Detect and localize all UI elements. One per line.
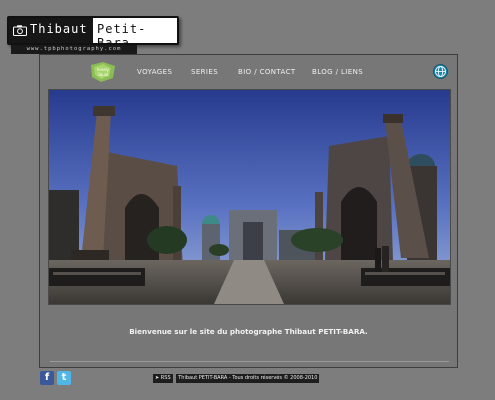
- camera-icon: [13, 25, 27, 36]
- copyright-text: Thibaut PETIT-BARA - Tous droits réservé…: [176, 374, 320, 383]
- main-frame: lonely liquid VOYAGES SERIES BIO / CONTA…: [39, 54, 458, 368]
- svg-text:liquid: liquid: [98, 72, 109, 77]
- logo-first-name: Thibaut: [30, 22, 88, 36]
- facebook-icon[interactable]: f: [40, 371, 54, 385]
- nav-bio-contact[interactable]: BIO / CONTACT: [238, 68, 296, 76]
- footer: ➤ RSS Thibaut PETIT-BARA - Tous droits r…: [153, 374, 345, 383]
- rss-link[interactable]: ➤ RSS: [153, 374, 173, 383]
- logo-url: www.tpbphotography.com: [11, 45, 137, 54]
- lonely-liquid-badge-icon[interactable]: lonely liquid: [89, 61, 117, 83]
- twitter-icon[interactable]: t: [57, 371, 71, 385]
- globe-icon[interactable]: [433, 64, 448, 79]
- nav-series[interactable]: SERIES: [191, 68, 218, 76]
- hero-photo: [48, 89, 451, 305]
- nav-voyages[interactable]: VOYAGES: [137, 68, 172, 76]
- rss-label: RSS: [160, 375, 171, 381]
- registan-photo-image: [49, 90, 450, 304]
- logo-box: Thibaut Petit-Bara: [7, 16, 179, 50]
- nav-blog-liens[interactable]: BLOG / LIENS: [312, 68, 363, 76]
- rss-icon: ➤: [155, 375, 160, 381]
- site-logo[interactable]: Thibaut Petit-Bara www.tpbphotography.co…: [7, 16, 179, 56]
- welcome-message: Bienvenue sur le site du photographe Thi…: [129, 327, 368, 336]
- content-divider: [50, 361, 449, 362]
- top-navigation: lonely liquid VOYAGES SERIES BIO / CONTA…: [40, 55, 457, 91]
